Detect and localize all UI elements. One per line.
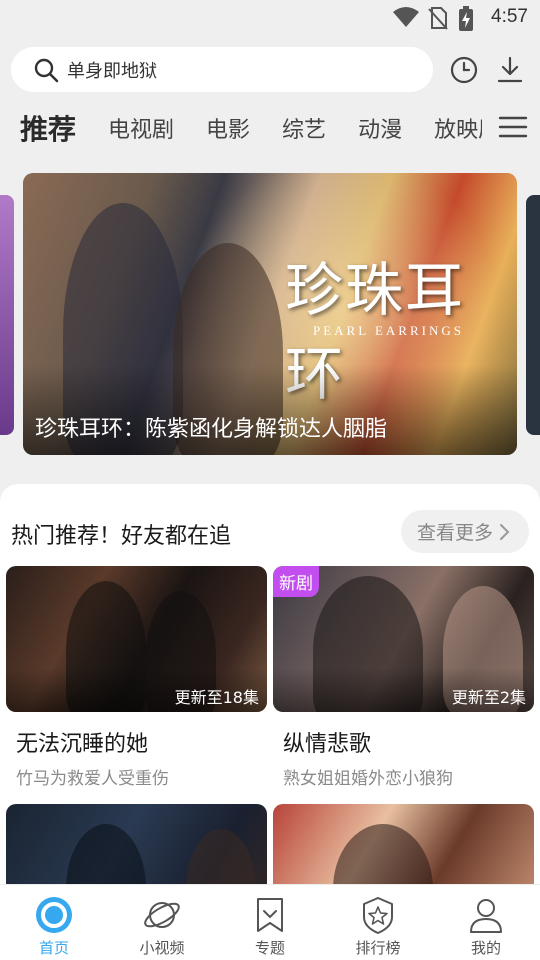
nav-label: 小视频 <box>139 939 185 957</box>
see-more-button[interactable]: 查看更多 <box>401 510 529 553</box>
channel-tabs: 推荐 电视剧 电影 综艺 动漫 放映厅 <box>20 108 482 148</box>
new-series-badge: 新剧 <box>273 566 319 597</box>
video-subtitle: 竹马为救爱人受重伤 <box>16 769 169 789</box>
nav-topics[interactable]: 专题 <box>216 885 324 960</box>
wifi-icon <box>393 7 419 27</box>
banner-logo-subtitle: PEARL EARRINGS <box>313 323 464 338</box>
tab-movies[interactable]: 电影 <box>206 112 250 144</box>
video-subtitle: 熟女姐姐婚外恋小狼狗 <box>283 769 453 789</box>
nav-ranking[interactable]: 排行榜 <box>324 885 432 960</box>
bottom-nav: 首页 小视频 专题 排行榜 我的 <box>0 884 540 960</box>
nav-label: 专题 <box>254 939 285 957</box>
tab-screening-hall[interactable]: 放映厅 <box>434 112 482 144</box>
banner-prev-peek[interactable] <box>0 195 14 435</box>
search-query[interactable]: 单身即地狱 <box>67 57 157 83</box>
see-more-label: 查看更多 <box>417 522 494 544</box>
battery-charging-icon <box>459 6 473 31</box>
nav-short-video[interactable]: 小视频 <box>108 885 216 960</box>
banner-next-peek[interactable] <box>526 195 540 435</box>
home-ring-icon <box>36 897 72 933</box>
video-card[interactable]: 更新至18集 无法沉睡的她 竹马为救爱人受重伤 <box>6 566 267 789</box>
ranking-shield-icon <box>363 897 393 934</box>
tab-anime[interactable]: 动漫 <box>358 112 402 144</box>
nav-home[interactable]: 首页 <box>0 885 108 960</box>
bookmark-icon <box>257 898 283 932</box>
video-thumbnail[interactable]: 新剧 更新至2集 <box>273 566 534 712</box>
search-bar[interactable]: 单身即地狱 <box>11 47 433 92</box>
status-time: 4:57 <box>491 6 528 27</box>
episode-count: 更新至18集 <box>174 688 259 707</box>
chevron-right-icon <box>500 523 510 540</box>
planet-icon <box>144 902 180 928</box>
no-sim-icon <box>428 7 448 30</box>
nav-label: 我的 <box>470 939 501 957</box>
banner-title: 珍珠耳环：陈紫函化身解锁达人胭脂 <box>35 417 388 442</box>
download-icon[interactable] <box>494 54 526 86</box>
tab-recommend[interactable]: 推荐 <box>20 108 76 148</box>
nav-label: 排行榜 <box>355 939 401 957</box>
banner-carousel[interactable]: 珍珠耳环 PEARL EARRINGS 珍珠耳环：陈紫函化身解锁达人胭脂 <box>23 173 517 455</box>
section-title: 热门推荐！好友都在追 <box>11 524 232 549</box>
channel-menu-icon[interactable] <box>498 114 528 140</box>
video-title: 纵情悲歌 <box>283 732 372 757</box>
history-icon[interactable] <box>448 54 480 86</box>
nav-label: 首页 <box>38 939 69 957</box>
search-icon <box>34 58 59 82</box>
video-card[interactable]: 新剧 更新至2集 纵情悲歌 熟女姐姐婚外恋小狼狗 <box>273 566 534 789</box>
nav-profile[interactable]: 我的 <box>432 885 540 960</box>
tab-variety[interactable]: 综艺 <box>282 112 326 144</box>
video-title: 无法沉睡的她 <box>16 732 149 757</box>
tab-tv-series[interactable]: 电视剧 <box>108 112 174 144</box>
person-icon <box>470 899 502 933</box>
video-thumbnail[interactable]: 更新至18集 <box>6 566 267 712</box>
episode-count: 更新至2集 <box>451 688 526 707</box>
status-bar: 4:57 <box>0 0 540 36</box>
